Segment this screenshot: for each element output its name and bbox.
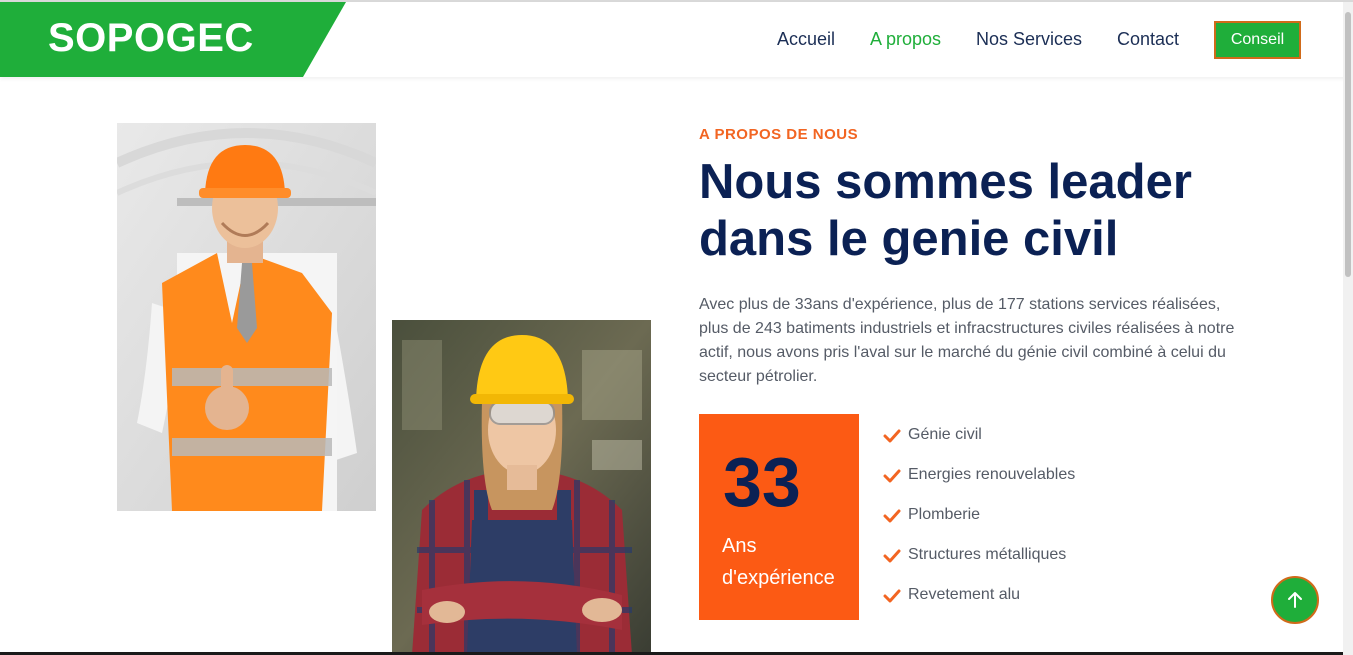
check-icon <box>883 469 901 483</box>
back-to-top-button[interactable] <box>1271 576 1319 624</box>
nav-item-a-propos[interactable]: A propos <box>870 29 941 50</box>
nav-item-nos-services[interactable]: Nos Services <box>976 29 1082 50</box>
conseil-button[interactable]: Conseil <box>1214 21 1301 59</box>
brand-name: SOPOGEC <box>48 16 254 60</box>
about-paragraph: Avec plus de 33ans d'expérience, plus de… <box>699 296 1235 385</box>
check-icon <box>883 509 901 523</box>
list-item-label: Energies renouvelables <box>908 466 1076 483</box>
experience-badge: 33 Ans d'expérience <box>699 414 859 620</box>
experience-number: 33 <box>723 443 801 521</box>
page-scrollbar[interactable] <box>1343 2 1353 655</box>
section-eyebrow: A PROPOS DE NOUS <box>699 126 859 143</box>
list-item-label: Génie civil <box>908 426 982 443</box>
arrow-up-icon <box>1288 592 1302 608</box>
engineer-photo <box>117 123 376 511</box>
page-title-line-2: dans le genie civil <box>699 212 1119 266</box>
check-icon <box>883 549 901 563</box>
nav-item-contact[interactable]: Contact <box>1117 29 1179 50</box>
nav-item-accueil[interactable]: Accueil <box>777 29 835 50</box>
page-title-line-1: Nous sommes leader <box>699 155 1192 209</box>
experience-label: Ans d'expérience <box>722 530 852 594</box>
list-item-label: Structures métalliques <box>908 546 1067 563</box>
brand-logo[interactable]: SOPOGEC <box>0 2 346 77</box>
navbar: SOPOGEC Accueil A propos Nos Services Co… <box>0 2 1353 77</box>
scrollbar-thumb[interactable] <box>1345 12 1351 277</box>
check-icon <box>883 589 901 603</box>
list-item-label: Plomberie <box>908 506 981 523</box>
page-title: Nous sommes leader dans le genie civil <box>699 154 1259 268</box>
check-icon <box>883 429 901 443</box>
experience-label-line-1: Ans <box>722 535 757 557</box>
worker-photo <box>392 320 651 655</box>
list-item-label: Revetement alu <box>908 586 1021 603</box>
experience-label-line-2: d'expérience <box>722 567 835 589</box>
